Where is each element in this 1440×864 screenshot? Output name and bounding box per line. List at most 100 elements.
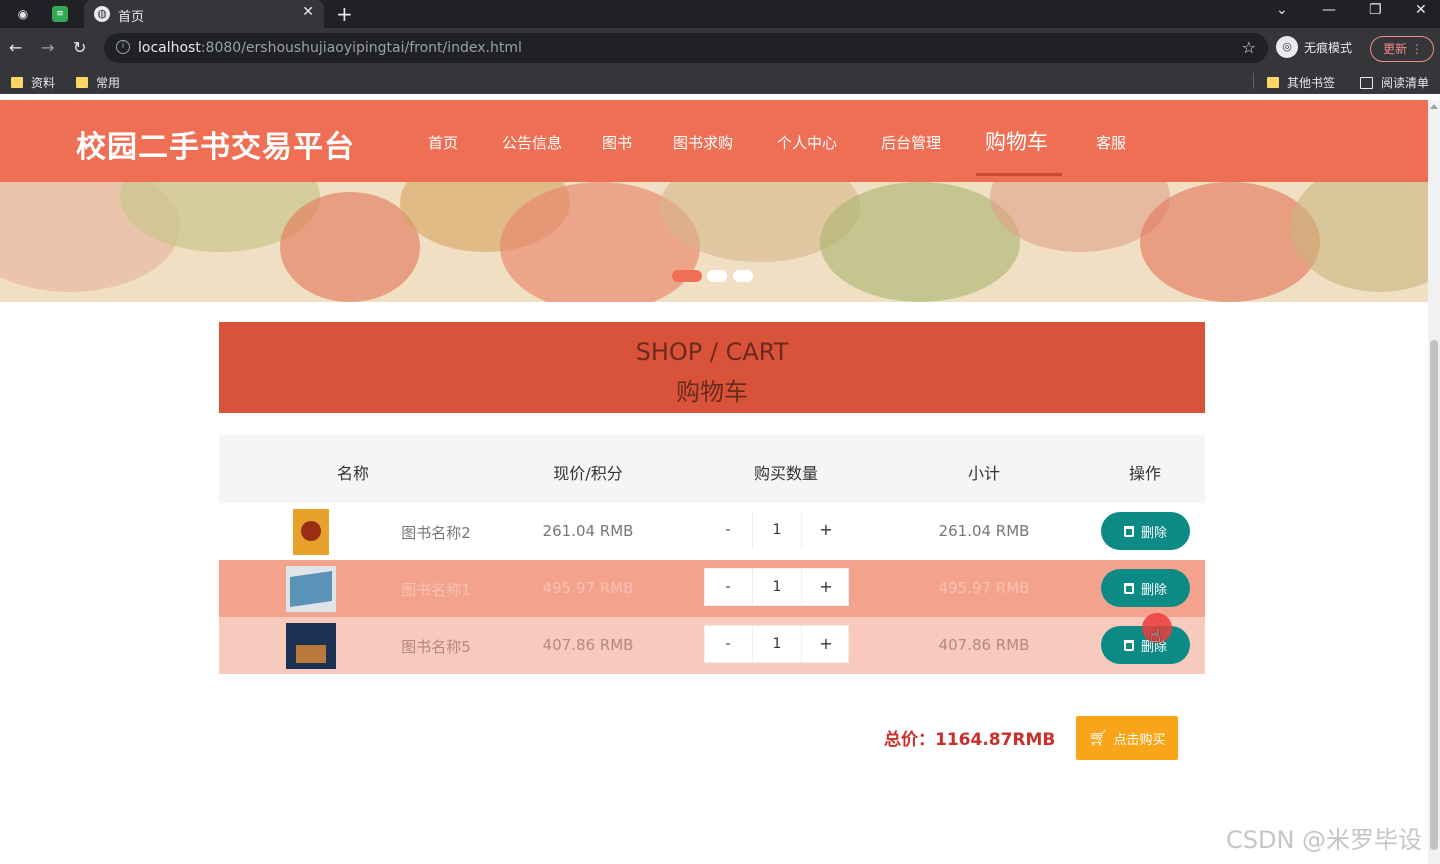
increase-button[interactable]: + xyxy=(803,512,849,548)
back-icon[interactable]: ← xyxy=(9,38,22,57)
active-tab[interactable]: ◍ 首页 ✕ xyxy=(84,0,324,28)
book-name[interactable]: 图书名称2 xyxy=(401,522,471,543)
bookmark-label: 资料 xyxy=(31,76,56,90)
row-subtotal: 495.97 RMB xyxy=(938,579,1030,597)
bookmark-folder-changyong[interactable]: 常用 xyxy=(76,74,120,91)
increase-button[interactable]: + xyxy=(803,626,849,662)
reading-list-label: 阅读清单 xyxy=(1381,76,1430,90)
browser-tab-bar: ◉ ≡ ◍ 首页 ✕ + ⌄ — ❐ ✕ xyxy=(0,0,1440,28)
book-name[interactable]: 图书名称5 xyxy=(401,636,471,657)
minimize-icon[interactable]: — xyxy=(1322,2,1336,18)
decrease-button[interactable]: - xyxy=(705,512,751,548)
nav-books[interactable]: 图书 xyxy=(602,132,632,153)
url-text[interactable]: localhost:8080/ershoushujiaoyipingtai/fr… xyxy=(138,40,522,56)
incognito-icon: ◎ xyxy=(1276,36,1298,58)
scroll-thumb[interactable] xyxy=(1430,340,1438,850)
bookmark-star-icon[interactable]: ☆ xyxy=(1242,38,1256,57)
decrease-button[interactable]: - xyxy=(705,569,751,605)
other-bookmarks-label: 其他书签 xyxy=(1287,76,1336,90)
row-subtotal: 407.86 RMB xyxy=(938,636,1030,654)
bookmark-label: 常用 xyxy=(96,76,121,90)
col-quantity: 购买数量 xyxy=(753,464,819,483)
quantity-stepper: - 1 + xyxy=(704,625,849,663)
col-price: 现价/积分 xyxy=(553,464,623,483)
book-name[interactable]: 图书名称1 xyxy=(401,579,471,600)
watermark: CSDN @米罗毕设 xyxy=(1226,826,1423,854)
nav-cart[interactable]: 购物车 xyxy=(985,126,1048,156)
folder-icon xyxy=(76,77,88,88)
nav-announcements[interactable]: 公告信息 xyxy=(502,132,562,153)
trash-icon xyxy=(1123,525,1134,537)
quantity-input[interactable]: 1 xyxy=(752,626,802,662)
info-icon[interactable]: i xyxy=(116,40,130,54)
book-cover-image[interactable] xyxy=(293,509,329,555)
quantity-input[interactable]: 1 xyxy=(752,512,802,548)
site-logo[interactable]: 校园二手书交易平台 xyxy=(76,122,355,166)
increase-button[interactable]: + xyxy=(803,569,849,605)
cart-row: 图书名称1 495.97 RMB - 1 + 495.97 RMB 删除 xyxy=(219,560,1205,617)
decrease-button[interactable]: - xyxy=(705,626,751,662)
book-price: 407.86 RMB xyxy=(542,636,634,654)
buy-button-label: 点击购买 xyxy=(1113,732,1166,748)
book-cover-image[interactable] xyxy=(286,623,336,669)
incognito-label: 无痕模式 xyxy=(1304,40,1353,55)
trash-icon xyxy=(1123,582,1134,594)
cart-heading-cn: 购物车 xyxy=(676,378,748,406)
carousel-dot-active[interactable] xyxy=(672,270,702,282)
delete-button[interactable]: 删除 xyxy=(1101,512,1190,550)
new-tab-icon[interactable]: + xyxy=(336,2,353,26)
reload-icon[interactable]: ↻ xyxy=(73,38,86,57)
address-bar[interactable]: i localhost:8080/ershoushujiaoyipingtai/… xyxy=(104,33,1268,63)
close-window-icon[interactable]: ✕ xyxy=(1415,2,1427,18)
nav-book-requests[interactable]: 图书求购 xyxy=(673,132,733,153)
nav-admin[interactable]: 后台管理 xyxy=(881,132,941,153)
banner-tree xyxy=(280,192,420,302)
reading-list[interactable]: 阅读清单 xyxy=(1360,74,1429,91)
nav-personal-center[interactable]: 个人中心 xyxy=(777,132,837,153)
carousel-dot[interactable] xyxy=(733,270,753,282)
book-cover-image[interactable] xyxy=(286,566,336,612)
page-viewport: 校园二手书交易平台 首页 公告信息 图书 图书求购 个人中心 后台管理 购物车 … xyxy=(0,100,1428,864)
quantity-input[interactable]: 1 xyxy=(752,569,802,605)
banner-carousel[interactable] xyxy=(0,182,1428,302)
other-bookmarks[interactable]: 其他书签 xyxy=(1267,74,1335,91)
nav-home[interactable]: 首页 xyxy=(428,132,458,153)
cart-row: 图书名称5 407.86 RMB - 1 + 407.86 RMB 删除 xyxy=(219,617,1205,674)
cart-total: 总价：1164.87RMB xyxy=(884,725,1055,750)
bookmark-folder-ziliao[interactable]: 资料 xyxy=(11,74,55,91)
col-actions: 操作 xyxy=(1128,464,1162,483)
update-button[interactable]: 更新 ⋮ xyxy=(1370,36,1434,62)
book-price: 495.97 RMB xyxy=(542,579,634,597)
cart-row: 图书名称2 261.04 RMB - 1 + 261.04 RMB 删除 xyxy=(219,503,1205,560)
browser-menu-icon[interactable]: ◉ xyxy=(14,5,32,23)
cart-heading-en: SHOP / CART xyxy=(635,338,789,366)
page-scrollbar[interactable] xyxy=(1428,100,1440,864)
app-tab-icon[interactable]: ≡ xyxy=(52,6,68,22)
tab-close-icon[interactable]: ✕ xyxy=(302,4,314,20)
quantity-stepper: - 1 + xyxy=(704,511,849,549)
book-price: 261.04 RMB xyxy=(542,522,634,540)
incognito-indicator[interactable]: ◎ 无痕模式 xyxy=(1276,36,1352,58)
tab-search-icon[interactable]: ⌄ xyxy=(1276,2,1288,18)
scroll-up-arrow-icon[interactable] xyxy=(1430,104,1438,109)
row-subtotal: 261.04 RMB xyxy=(938,522,1030,540)
banner-tree xyxy=(1290,182,1428,292)
restore-icon[interactable]: ❐ xyxy=(1369,2,1382,18)
folder-icon xyxy=(1267,77,1279,88)
cart-table-header: 名称 现价/积分 购买数量 小计 操作 xyxy=(219,435,1205,503)
hand-cursor-icon: ☝ xyxy=(1150,626,1161,647)
nav-customer-service[interactable]: 客服 xyxy=(1096,132,1126,153)
browser-toolbar: ← → ↻ i localhost:8080/ershoushujiaoyipi… xyxy=(0,28,1440,68)
trash-icon xyxy=(1123,639,1134,651)
forward-icon[interactable]: → xyxy=(41,38,54,57)
cart-icon: 🛒︎ xyxy=(1088,729,1108,747)
col-subtotal: 小计 xyxy=(967,464,1001,483)
carousel-dot[interactable] xyxy=(707,270,727,282)
buy-button[interactable]: 🛒︎ 点击购买 xyxy=(1076,716,1178,760)
delete-button[interactable]: 删除 xyxy=(1101,569,1190,607)
quantity-stepper: - 1 + xyxy=(704,568,849,606)
folder-icon xyxy=(11,77,23,88)
globe-icon: ◍ xyxy=(94,6,110,22)
bookmarks-bar: 资料 常用 其他书签 阅读清单 xyxy=(0,68,1440,94)
reading-list-icon xyxy=(1360,76,1373,89)
